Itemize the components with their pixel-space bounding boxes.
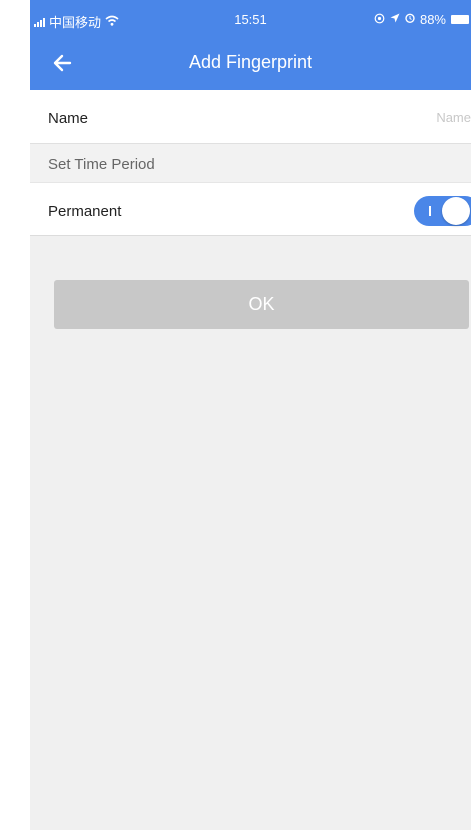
status-right: 88%	[374, 12, 469, 27]
toggle-on-indicator	[429, 206, 431, 216]
section-label: Set Time Period	[48, 156, 155, 173]
battery-icon	[451, 15, 469, 24]
nav-bar: Add Fingerprint	[30, 40, 471, 90]
name-input[interactable]	[271, 104, 471, 130]
permanent-label: Permanent	[48, 203, 122, 220]
toggle-knob	[442, 197, 470, 225]
page-title: Add Fingerprint	[188, 52, 313, 72]
name-row: Name	[30, 90, 471, 144]
time-period-section: Set Time Period	[30, 144, 471, 182]
ok-button[interactable]: OK	[54, 280, 469, 329]
location-icon	[390, 13, 400, 26]
header: 中国移动 15:51 88% Add Fingerprint	[30, 0, 471, 90]
orientation-lock-icon	[374, 13, 385, 27]
permanent-toggle[interactable]	[414, 196, 471, 226]
battery-percent: 88%	[419, 12, 446, 27]
name-label: Name	[48, 110, 89, 127]
permanent-row: Permanent	[30, 182, 471, 236]
phone-screen: 中国移动 15:51 88% Add Fingerprint Name Name…	[30, 0, 471, 830]
alarm-icon	[405, 13, 415, 26]
status-bar: 中国移动 15:51 88%	[30, 0, 471, 40]
